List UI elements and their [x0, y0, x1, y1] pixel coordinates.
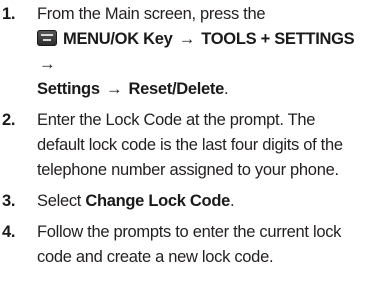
reset-delete-label: Reset/Delete: [128, 80, 225, 98]
settings-label: Settings: [37, 80, 100, 98]
step-2: 2. Enter the Lock Code at the prompt. Th…: [0, 108, 372, 183]
arrow-icon: →: [178, 30, 196, 48]
step-1: 1. From the Main screen, press the MENU/…: [0, 2, 372, 102]
period: .: [223, 80, 229, 98]
step-3: 3. Select Change Lock Code.: [0, 189, 372, 214]
tools-settings-label: TOOLS + SETTINGS: [201, 30, 355, 48]
step-number: 2.: [2, 111, 16, 129]
arrow-icon: →: [106, 80, 123, 98]
step-number: 4.: [2, 223, 16, 241]
step-text: From the Main screen, press the: [37, 5, 266, 23]
arrow-icon: →: [39, 55, 56, 73]
step-text: Enter the Lock Code at the prompt. The d…: [37, 111, 343, 179]
step-number: 1.: [2, 5, 16, 23]
change-lock-code-label: Change Lock Code: [85, 192, 230, 210]
step-4: 4. Follow the prompts to enter the curre…: [0, 220, 372, 270]
menu-ok-key-icon: [37, 30, 57, 46]
period: .: [229, 192, 235, 210]
step-number: 3.: [2, 192, 16, 210]
step-text: Select: [37, 192, 86, 210]
menu-ok-key-label: MENU/OK Key: [63, 30, 173, 48]
step-text: Follow the prompts to enter the current …: [37, 223, 342, 266]
instruction-steps: 1. From the Main screen, press the MENU/…: [0, 2, 372, 270]
